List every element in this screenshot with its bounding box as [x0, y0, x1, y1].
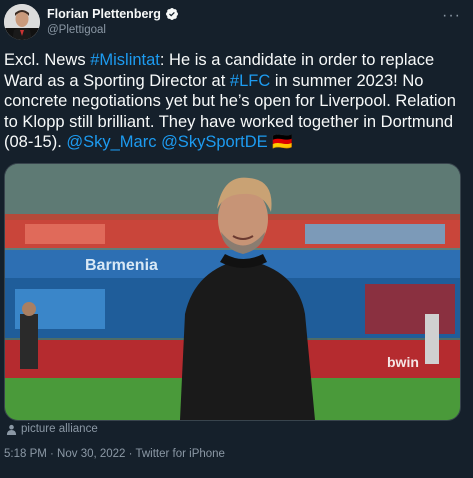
- hashtag-link[interactable]: #Mislintat: [90, 51, 160, 69]
- tweet-text: Excl. News #Mislintat: He is a candidate…: [4, 50, 466, 153]
- tweet-card[interactable]: Florian Plettenberg @Plettigoal ··· Excl…: [0, 0, 473, 478]
- tweet-text-segment: Excl. News: [4, 51, 91, 69]
- more-options-icon[interactable]: ···: [442, 7, 461, 25]
- author-name[interactable]: Florian Plettenberg: [47, 7, 161, 21]
- tweet-media[interactable]: Barmenia bwin: [4, 163, 461, 421]
- tweet-timestamp[interactable]: 5:18 PM · Nov 30, 2022 · Twitter for iPh…: [4, 448, 225, 460]
- avatar[interactable]: [4, 4, 40, 40]
- hashtag-link[interactable]: #LFC: [230, 72, 270, 90]
- mention-link[interactable]: @Sky_Marc: [66, 133, 156, 151]
- person-icon: [6, 424, 17, 435]
- tweet-text-segment: 🇩🇪: [267, 133, 293, 151]
- tweet-header: Florian Plettenberg @Plettigoal ···: [4, 4, 469, 42]
- mention-link[interactable]: @SkySportDE: [161, 133, 268, 151]
- media-credit-text: picture alliance: [21, 423, 98, 435]
- media-credit: picture alliance: [6, 423, 98, 435]
- photo-klopp-stadium: Barmenia bwin: [5, 164, 460, 420]
- banner-bwin-lower: bwin: [387, 354, 419, 370]
- banner-bwin: Barmenia: [85, 257, 158, 274]
- author-info[interactable]: Florian Plettenberg @Plettigoal: [47, 7, 179, 36]
- author-handle[interactable]: @Plettigoal: [47, 24, 179, 36]
- verified-badge-icon: [165, 8, 178, 20]
